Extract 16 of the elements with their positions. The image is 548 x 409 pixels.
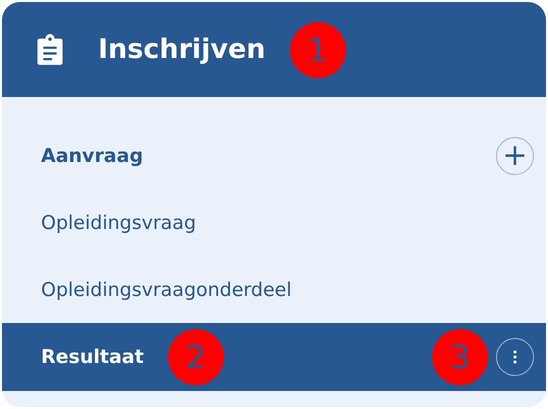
nav-label: Opleidingsvraagonderdeel (41, 278, 292, 300)
more-vertical-icon (513, 350, 517, 364)
nav-item[interactable]: Opleidingsvraag (2, 189, 546, 256)
nav-label: Resultaat (41, 346, 144, 368)
nav-item[interactable]: Opleidingsvraagonderdeel (2, 256, 546, 323)
clipboard-icon (36, 34, 64, 66)
selected-nav-item[interactable]: Resultaat 2 3 (2, 323, 546, 391)
nav-label: Aanvraag (41, 144, 144, 166)
callout-badge: 2 (168, 329, 224, 385)
more-button[interactable] (496, 338, 534, 376)
callout-badge: 3 (432, 329, 488, 385)
panel-title: Inschrijven (98, 34, 266, 65)
nav-label: Opleidingsvraag (41, 212, 196, 234)
add-button[interactable]: + (496, 136, 534, 174)
callout-badge: 1 (290, 22, 346, 78)
nav-item[interactable]: Aanvraag + (2, 122, 546, 189)
